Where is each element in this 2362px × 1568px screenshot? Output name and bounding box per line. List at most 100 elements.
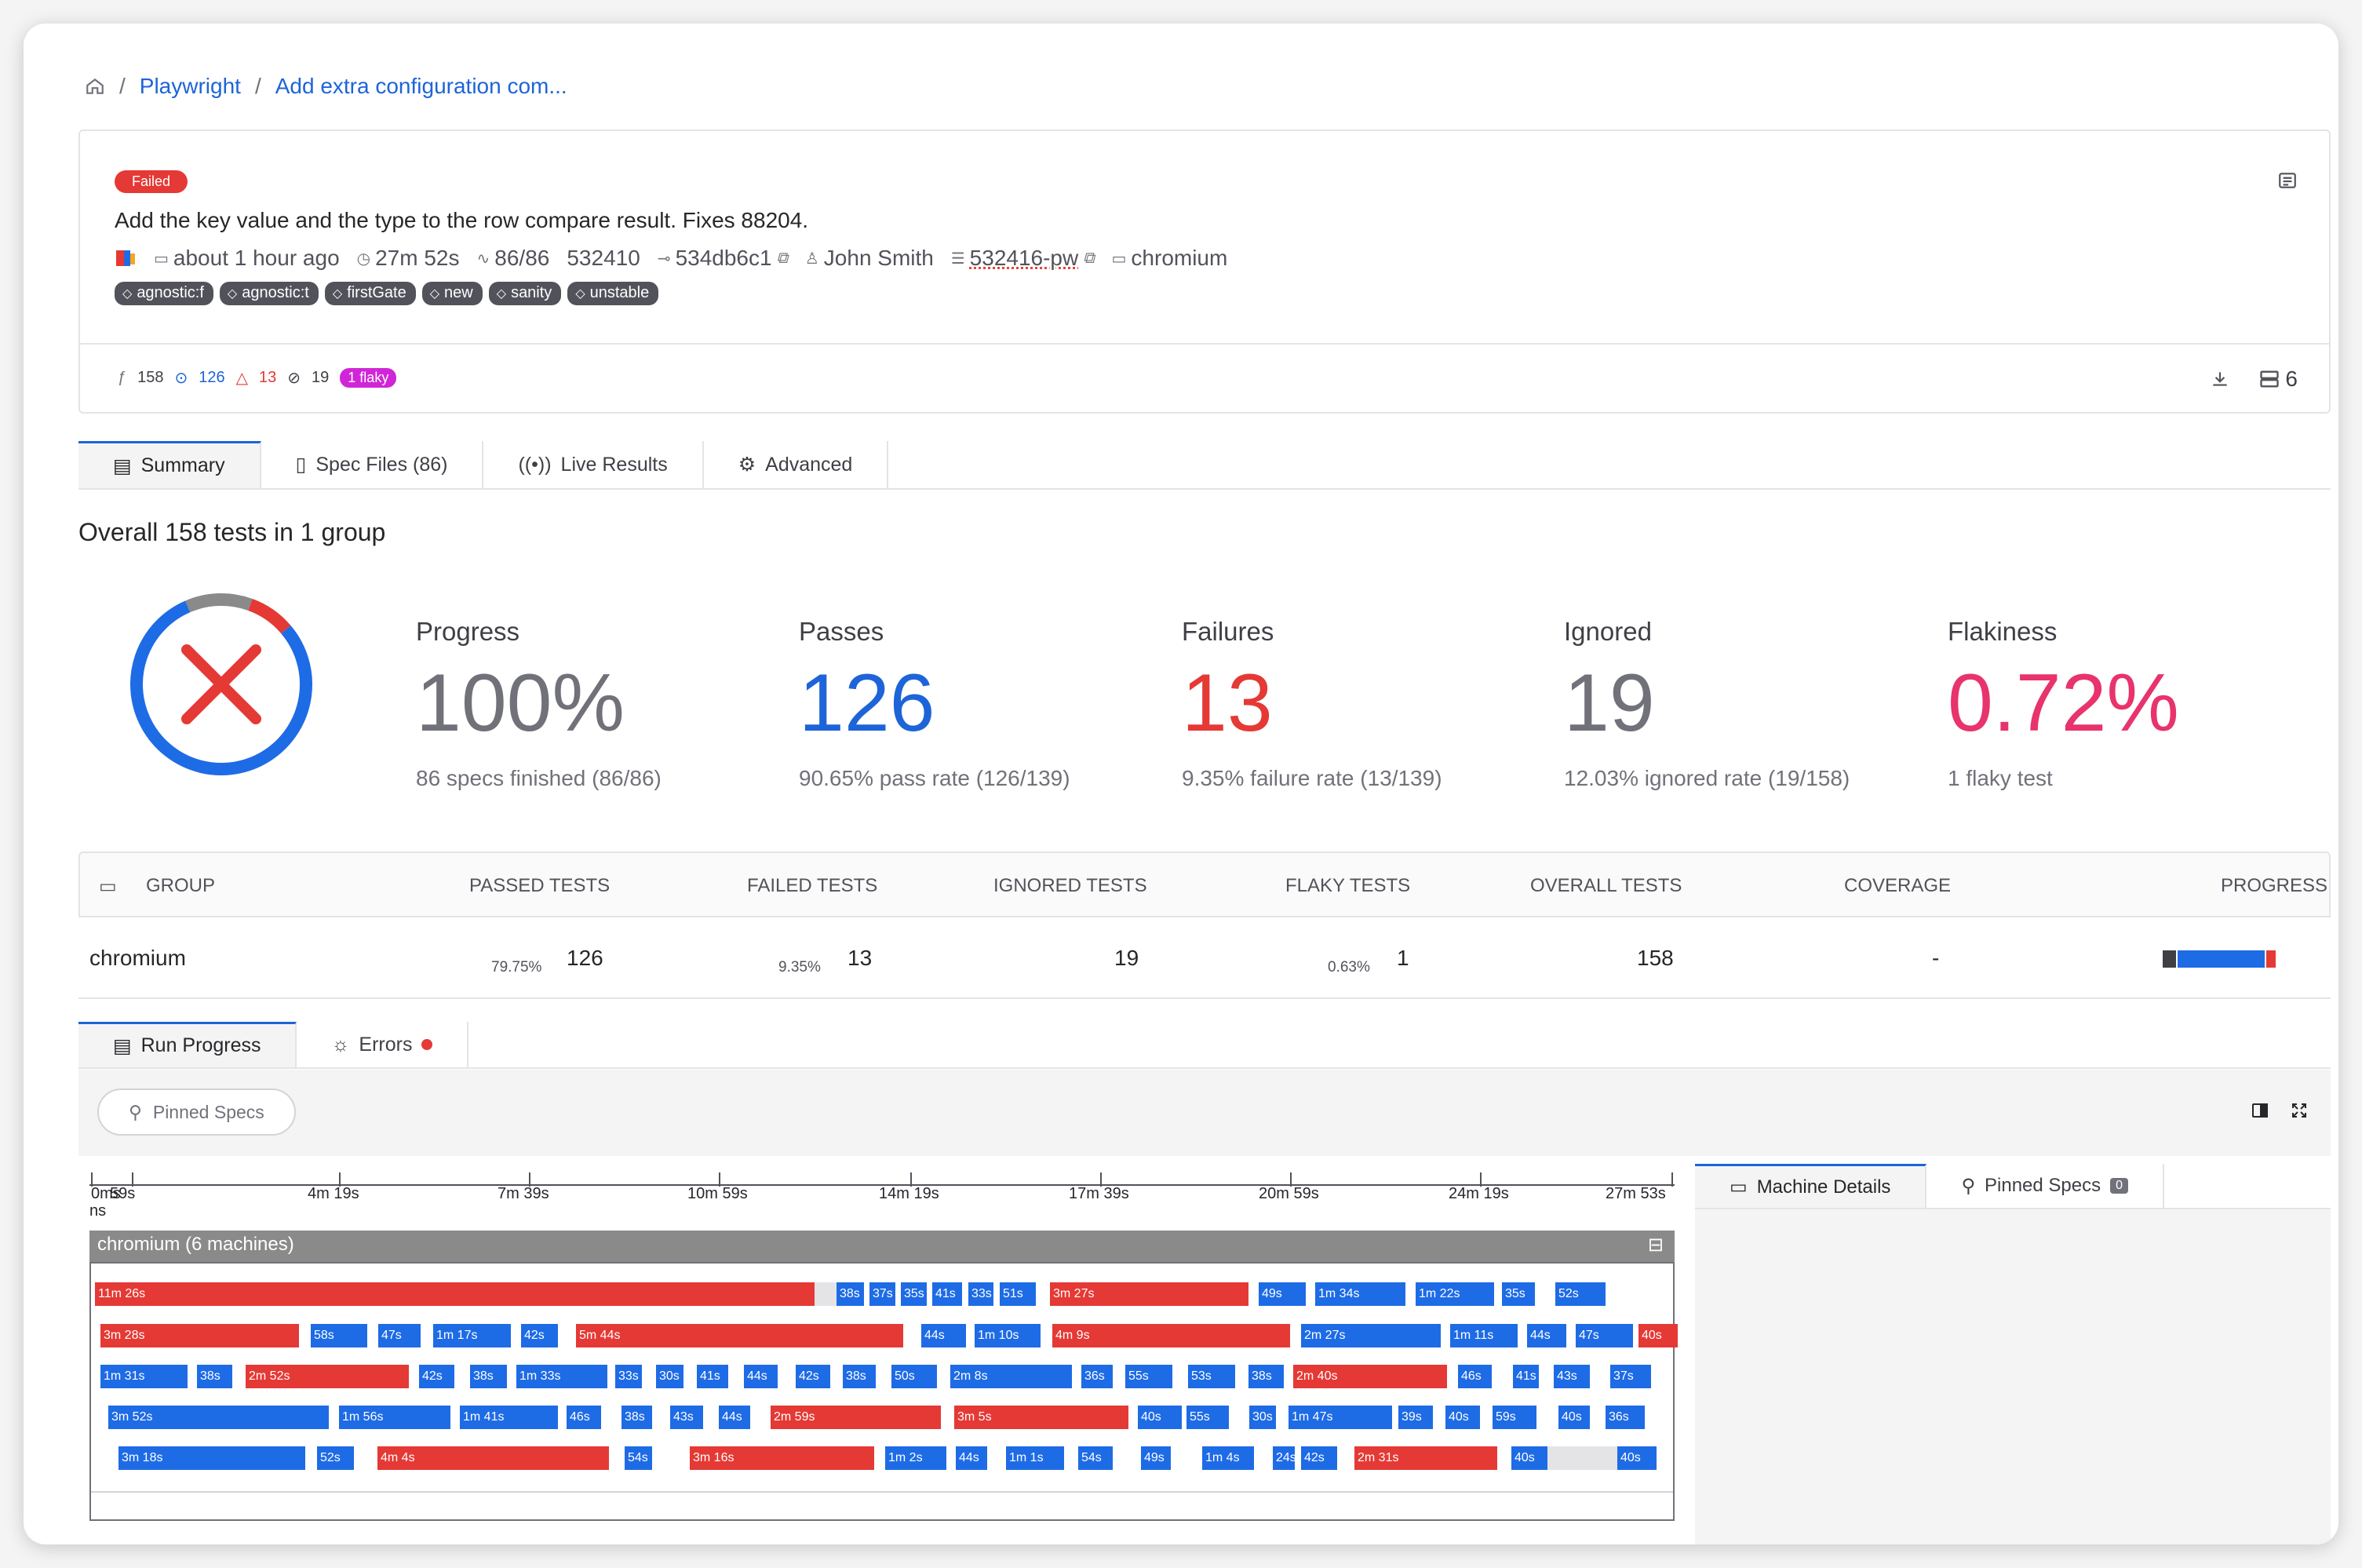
pinned-specs-button[interactable]: ⚲ Pinned Specs [97, 1088, 296, 1136]
passed-spec-bar[interactable]: 55s [1186, 1406, 1229, 1429]
passed-spec-bar[interactable]: 1m 4s [1202, 1446, 1254, 1470]
breadcrumb-run-link[interactable]: Add extra configuration com... [275, 74, 567, 99]
passed-spec-bar[interactable]: 1m 47s [1289, 1406, 1392, 1429]
passed-spec-bar[interactable]: 30s [1249, 1406, 1276, 1429]
passed-spec-bar[interactable]: 44s [1527, 1324, 1566, 1347]
tab-summary[interactable]: ▤ Summary [78, 441, 261, 488]
passed-spec-bar[interactable]: 38s [1248, 1365, 1284, 1388]
passed-spec-bar[interactable]: 3m 18s [118, 1446, 305, 1470]
split-view-icon[interactable] [2251, 1101, 2269, 1124]
scrollbar[interactable] [91, 1491, 1673, 1493]
tab-run-progress[interactable]: ▤ Run Progress [78, 1022, 297, 1067]
passed-spec-bar[interactable]: 1m 34s [1315, 1282, 1405, 1306]
passed-spec-bar[interactable]: 35s [1502, 1282, 1535, 1306]
passed-spec-bar[interactable]: 38s [843, 1365, 876, 1388]
failed-spec-bar[interactable]: 3m 28s [100, 1324, 299, 1347]
failed-spec-bar[interactable]: 3m 27s [1050, 1282, 1248, 1306]
passed-spec-bar[interactable]: 50s [891, 1365, 937, 1388]
passed-spec-bar[interactable]: 41s [697, 1365, 728, 1388]
breadcrumb-project-link[interactable]: Playwright [140, 74, 241, 99]
passed-spec-bar[interactable]: 2m 8s [950, 1365, 1072, 1388]
passed-spec-bar[interactable]: 42s [521, 1324, 558, 1347]
notes-icon[interactable] [2277, 170, 2298, 195]
passed-spec-bar[interactable]: 44s [744, 1365, 778, 1388]
tab-pinned-specs[interactable]: ⚲ Pinned Specs 0 [1926, 1164, 2165, 1208]
passed-spec-bar[interactable]: 55s [1125, 1365, 1172, 1388]
passed-spec-bar[interactable]: 40s [1558, 1406, 1590, 1429]
passed-spec-bar[interactable]: 1m 33s [516, 1365, 607, 1388]
tag[interactable]: ◇ firstGate [324, 282, 416, 305]
failed-spec-bar[interactable]: 2m 40s [1293, 1365, 1447, 1388]
passed-spec-bar[interactable]: 1m 56s [339, 1406, 450, 1429]
passed-spec-bar[interactable]: 1m 1s [1006, 1446, 1064, 1470]
passed-spec-bar[interactable]: 49s [1141, 1446, 1171, 1470]
passed-spec-bar[interactable]: 41s [1513, 1365, 1539, 1388]
passed-spec-bar[interactable]: 38s [197, 1365, 232, 1388]
passed-spec-bar[interactable]: 33s [968, 1282, 993, 1306]
passed-spec-bar[interactable]: 40s [1511, 1446, 1547, 1470]
tag[interactable]: ◇ sanity [488, 282, 562, 305]
group-header[interactable]: chromium (6 machines) ⊟ [89, 1231, 1675, 1262]
passed-spec-bar[interactable]: 40s [1445, 1406, 1480, 1429]
passed-spec-bar[interactable]: 44s [921, 1324, 966, 1347]
passed-spec-bar[interactable]: 38s [470, 1365, 507, 1388]
passed-spec-bar[interactable]: 40s [1617, 1446, 1657, 1470]
passed-spec-bar[interactable]: 52s [1555, 1282, 1606, 1306]
passed-spec-bar[interactable]: 42s [1301, 1446, 1337, 1470]
passed-spec-bar[interactable]: 36s [1606, 1406, 1645, 1429]
failed-spec-bar[interactable]: 4m 4s [377, 1446, 609, 1470]
passed-spec-bar[interactable]: 49s [1259, 1282, 1306, 1306]
failed-spec-bar[interactable]: 2m 59s [771, 1406, 941, 1429]
passed-spec-bar[interactable]: 1m 2s [885, 1446, 946, 1470]
tab-spec-files[interactable]: ▯ Spec Files (86) [261, 441, 484, 488]
passed-spec-bar[interactable]: 44s [956, 1446, 987, 1470]
failed-spec-bar[interactable]: 3m 5s [954, 1406, 1128, 1429]
passed-spec-bar[interactable]: 1m 41s [460, 1406, 558, 1429]
passed-spec-bar[interactable]: 38s [621, 1406, 652, 1429]
passed-spec-bar[interactable]: 43s [670, 1406, 703, 1429]
copy-icon[interactable]: ⧉ [777, 250, 788, 268]
passed-spec-bar[interactable]: 1m 17s [433, 1324, 511, 1347]
passed-spec-bar[interactable]: 3m 52s [108, 1406, 329, 1429]
passed-spec-bar[interactable]: 1m 10s [975, 1324, 1041, 1347]
passed-spec-bar[interactable]: 43s [1554, 1365, 1590, 1388]
passed-spec-bar[interactable]: 24s [1273, 1446, 1295, 1470]
tab-errors[interactable]: ☼ Errors [297, 1022, 469, 1067]
passed-spec-bar[interactable]: 46s [567, 1406, 601, 1429]
passed-spec-bar[interactable]: 42s [419, 1365, 454, 1388]
tab-advanced[interactable]: ⚙ Advanced [704, 441, 889, 488]
passed-spec-bar[interactable]: 1m 11s [1450, 1324, 1518, 1347]
collapse-icon[interactable]: ⊟ [1648, 1234, 1664, 1256]
passed-spec-bar[interactable]: 1m 22s [1416, 1282, 1494, 1306]
passed-spec-bar[interactable]: 53s [1188, 1365, 1235, 1388]
passed-spec-bar[interactable]: 38s [837, 1282, 864, 1306]
passed-spec-bar[interactable]: 39s [1398, 1406, 1433, 1429]
download-icon[interactable] [2210, 369, 2230, 393]
tag[interactable]: ◇ agnostic:t [219, 282, 319, 305]
passed-spec-bar[interactable]: 47s [378, 1324, 421, 1347]
table-row[interactable]: chromium 79.75% 126 9.35% 13 19 0.63% 1 … [78, 917, 2331, 999]
failed-spec-bar[interactable]: 5m 44s [576, 1324, 903, 1347]
tag[interactable]: ◇ agnostic:f [115, 282, 213, 305]
copy-icon[interactable]: ⧉ [1083, 250, 1094, 268]
failed-spec-bar[interactable]: 2m 52s [246, 1365, 409, 1388]
passed-spec-bar[interactable]: 59s [1493, 1406, 1536, 1429]
passed-spec-bar[interactable]: 47s [1576, 1324, 1633, 1347]
passed-spec-bar[interactable]: 2m 27s [1301, 1324, 1441, 1347]
passed-spec-bar[interactable]: 36s [1081, 1365, 1113, 1388]
passed-spec-bar[interactable]: 40s [1138, 1406, 1182, 1429]
passed-spec-bar[interactable]: 42s [796, 1365, 830, 1388]
passed-spec-bar[interactable]: 37s [869, 1282, 895, 1306]
passed-spec-bar[interactable]: 1m 31s [100, 1365, 188, 1388]
passed-spec-bar[interactable]: 30s [656, 1365, 683, 1388]
tag[interactable]: ◇ unstable [567, 282, 659, 305]
failed-spec-bar[interactable]: 11m 26s [95, 1282, 815, 1306]
passed-spec-bar[interactable]: 37s [1610, 1365, 1651, 1388]
failed-spec-bar[interactable]: 4m 9s [1052, 1324, 1290, 1347]
tab-live-results[interactable]: ((•)) Live Results [483, 441, 704, 488]
passed-spec-bar[interactable]: 35s [901, 1282, 927, 1306]
tab-machine-details[interactable]: ▭ Machine Details [1695, 1164, 1927, 1208]
passed-spec-bar[interactable]: 46s [1458, 1365, 1492, 1388]
failed-spec-bar[interactable]: 40s [1638, 1324, 1678, 1347]
expand-icon[interactable] [2290, 1101, 2309, 1124]
